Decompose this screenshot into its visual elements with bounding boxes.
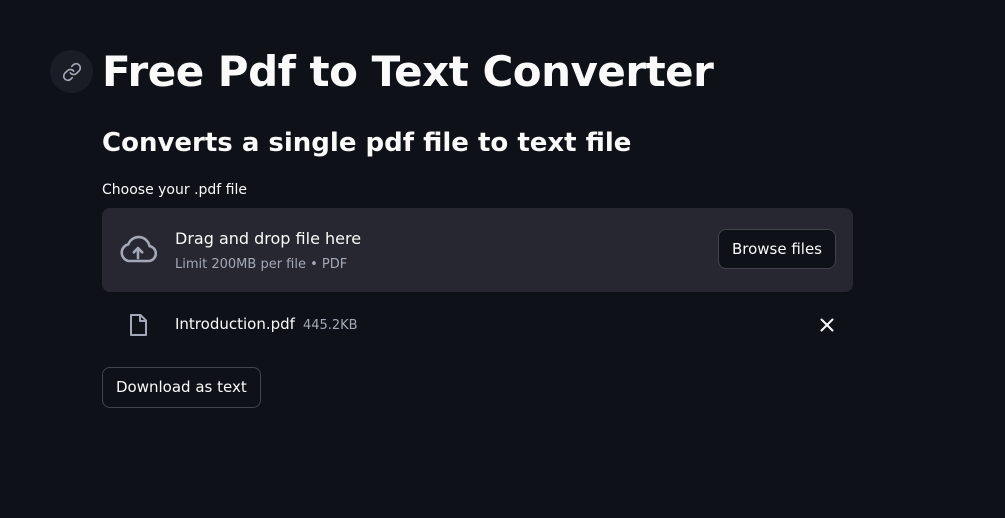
uploaded-file-name-container: Introduction.pdf 445.2KB	[175, 314, 358, 336]
download-as-text-button[interactable]: Download as text	[102, 367, 261, 408]
uploaded-file-size: 445.2KB	[302, 318, 358, 333]
app-page: Free Pdf to Text Converter Converts a si…	[0, 0, 1005, 518]
link-icon[interactable]	[50, 50, 93, 93]
dropzone-instructions: Drag and drop file here	[175, 229, 362, 248]
browse-files-button[interactable]: Browse files	[717, 229, 836, 269]
remove-file-button[interactable]	[817, 315, 837, 335]
uploaded-file-item: Introduction.pdf 445.2KB	[102, 306, 853, 344]
file-uploader-label: Choose your .pdf file	[102, 182, 247, 198]
close-icon	[820, 318, 834, 332]
page-title: Free Pdf to Text Converter	[102, 47, 714, 96]
file-icon	[130, 314, 147, 336]
file-dropzone[interactable]: Drag and drop file here Limit 200MB per …	[102, 208, 853, 292]
dropzone-file-limit: Limit 200MB per file • PDF	[175, 257, 348, 272]
cloud-upload-icon	[120, 235, 158, 263]
uploaded-file-name: Introduction.pdf	[175, 315, 295, 333]
page-subtitle: Converts a single pdf file to text file	[102, 128, 632, 158]
